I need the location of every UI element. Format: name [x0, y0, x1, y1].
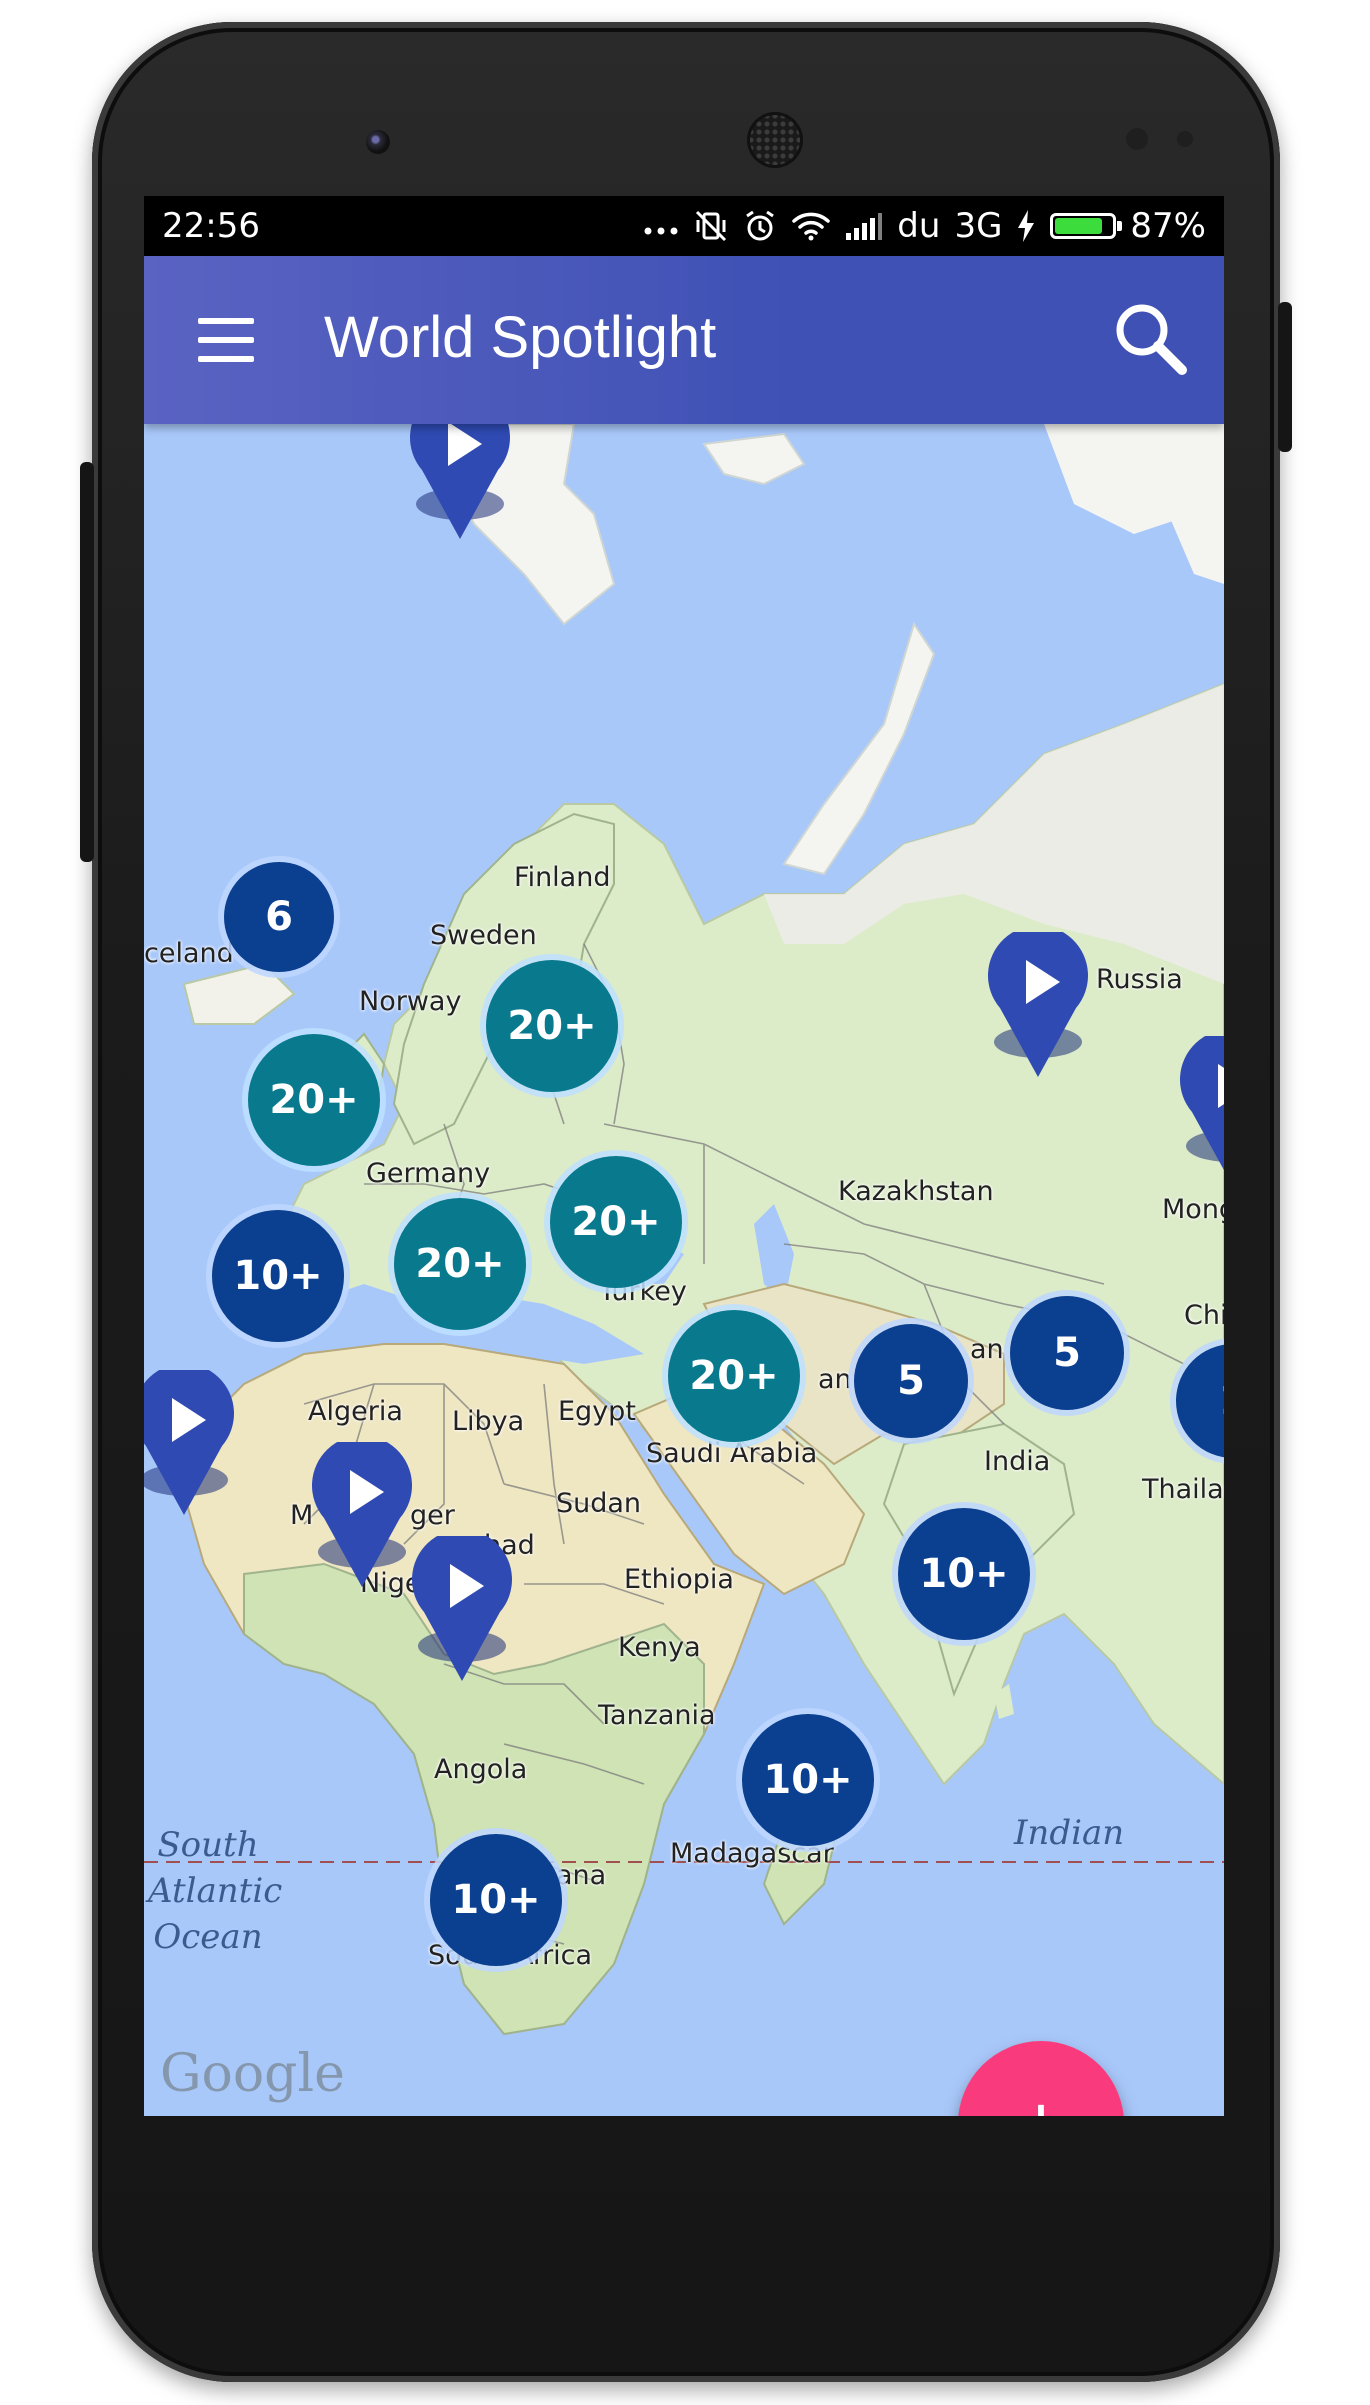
status-bar: 22:56 du 3G 87%: [144, 196, 1224, 256]
map-label-kenya: Kenya: [618, 1632, 701, 1663]
charging-icon: [1016, 206, 1036, 246]
map-label-libya: Libya: [452, 1406, 525, 1437]
play-icon: [144, 1370, 234, 1515]
map-label-russia: Russia: [1096, 964, 1183, 995]
video-pin-marker[interactable]: [310, 1442, 414, 1592]
ocean-label-indian: Indian: [1014, 1813, 1125, 1853]
map-label-sudan: Sudan: [556, 1488, 642, 1519]
light-sensor: [1177, 131, 1193, 147]
hamburger-menu-button[interactable]: [184, 306, 264, 376]
map-label-norway: Norway: [359, 986, 462, 1017]
map-label-tanzania: Tanzania: [598, 1700, 716, 1731]
ocean-label-line: South: [157, 1825, 259, 1865]
phone-screen: 22:56 du 3G 87% World Spotlight celand F…: [144, 196, 1224, 2116]
map-label-nepal: an: [970, 1334, 1004, 1365]
world-map[interactable]: celand Finland Sweden Norway Russia Germ…: [144, 394, 1224, 2116]
map-cluster-marker[interactable]: 20+: [550, 1156, 682, 1288]
carrier-label: du: [897, 206, 941, 246]
play-icon: [312, 1442, 412, 1587]
vibrate-off-icon: [693, 206, 729, 246]
map-label-germany: Germany: [366, 1158, 491, 1189]
wifi-icon: [791, 206, 831, 246]
ocean-label-south-atlantic: South Atlantic Ocean: [148, 1822, 283, 1960]
proximity-sensor: [1126, 128, 1148, 150]
map-label-ethiopia: Ethiopia: [624, 1564, 734, 1595]
map-label-finland: Finland: [514, 862, 611, 893]
play-icon: [1180, 1036, 1224, 1171]
video-pin-marker[interactable]: [410, 1536, 514, 1686]
app-bar: World Spotlight: [144, 256, 1224, 424]
play-icon: [412, 1536, 512, 1681]
ocean-label-line: Atlantic: [148, 1871, 283, 1911]
map-cluster-marker[interactable]: 20+: [668, 1310, 800, 1442]
map-cluster-marker[interactable]: 5: [854, 1324, 968, 1438]
battery-percent: 87%: [1130, 206, 1206, 246]
alarm-icon: [743, 206, 777, 246]
hamburger-menu-icon-line: [198, 337, 254, 343]
earpiece-speaker: [747, 112, 803, 168]
map-cluster-marker[interactable]: 20+: [486, 960, 618, 1092]
ocean-label-line: Ocean: [153, 1917, 263, 1957]
map-label-thailand: Thailar: [1142, 1474, 1224, 1505]
map-cluster-marker[interactable]: 10+: [430, 1834, 562, 1966]
map-cluster-marker[interactable]: 10+: [742, 1714, 874, 1846]
map-label-mongolia: Mong: [1162, 1194, 1224, 1225]
map-cluster-marker[interactable]: 20+: [248, 1034, 380, 1166]
map-cluster-marker[interactable]: 10+: [212, 1210, 344, 1342]
map-label-iceland: celand: [144, 938, 234, 969]
map-cluster-marker[interactable]: 5: [1010, 1296, 1124, 1410]
video-pin-marker[interactable]: [1178, 1036, 1224, 1186]
signal-icon: [845, 206, 883, 246]
more-dots-icon: [643, 206, 679, 246]
battery-icon: [1050, 213, 1123, 239]
map-label-saudi-arabia: Saudi Arabia: [646, 1438, 818, 1469]
map-label-india: India: [984, 1446, 1051, 1477]
battery-level-fill: [1055, 218, 1103, 234]
video-pin-marker[interactable]: [144, 1370, 236, 1520]
app-title: World Spotlight: [324, 305, 717, 370]
map-cluster-marker[interactable]: 10+: [898, 1508, 1030, 1640]
search-icon: [1116, 304, 1187, 375]
search-button[interactable]: [1110, 298, 1194, 382]
front-camera: [366, 130, 390, 154]
map-label-kazakhstan: Kazakhstan: [838, 1176, 994, 1207]
power-button: [80, 462, 94, 862]
network-type-label: 3G: [954, 206, 1003, 246]
map-cluster-marker[interactable]: 20+: [394, 1198, 526, 1330]
map-label-china: Chi: [1184, 1300, 1224, 1331]
hamburger-menu-icon: [198, 318, 254, 324]
map-label-botswana: ana: [556, 1860, 607, 1891]
map-label-angola: Angola: [434, 1754, 528, 1785]
map-label-egypt: Egypt: [558, 1396, 636, 1427]
status-time: 22:56: [162, 206, 260, 246]
google-attribution-logo: Google: [160, 2044, 345, 2104]
map-label-niger: ger: [410, 1500, 455, 1531]
map-label-afghanistan: an: [818, 1364, 852, 1395]
play-icon: [988, 932, 1088, 1077]
map-label-algeria: Algeria: [308, 1396, 403, 1427]
map-label-sweden: Sweden: [430, 920, 537, 951]
video-pin-marker[interactable]: [986, 932, 1090, 1082]
volume-button: [1278, 302, 1292, 452]
hamburger-menu-icon-line: [198, 356, 254, 362]
map-cluster-marker[interactable]: 6: [224, 862, 334, 972]
